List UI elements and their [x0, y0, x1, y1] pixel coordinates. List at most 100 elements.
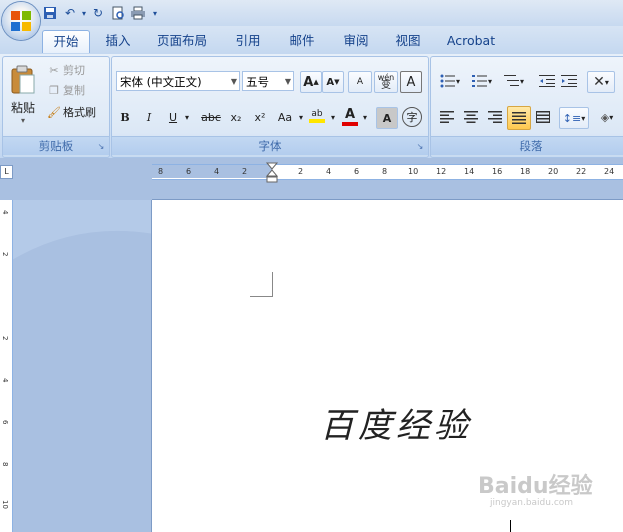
- font-name-value: 宋体 (中文正文): [120, 75, 202, 89]
- ruler-number: 10: [1, 500, 9, 509]
- tab-insert[interactable]: 插入: [96, 30, 140, 52]
- change-case-button[interactable]: Aa: [274, 107, 296, 127]
- ruler-number: 4: [1, 378, 9, 383]
- tab-mailings[interactable]: 邮件: [280, 30, 324, 52]
- clipboard-group-label: 剪贴板: [3, 136, 109, 155]
- chinese-layout-button[interactable]: ✕ ▾: [587, 71, 615, 93]
- watermark-logo: Baidu经验: [478, 474, 593, 499]
- vertical-ruler-numbers: 4 2 2 4 6 8 10: [0, 200, 12, 532]
- italic-button[interactable]: I: [140, 107, 158, 127]
- clipboard-dialog-launcher-icon[interactable]: ↘: [96, 142, 106, 152]
- ruler-number: 6: [354, 167, 360, 176]
- numbering-button[interactable]: ▾: [469, 71, 495, 91]
- paste-label: 粘贴: [10, 101, 35, 115]
- align-right-button[interactable]: [485, 107, 505, 127]
- horizontal-ruler-numbers: 8 6 4 2 2 4 6 8 10 12 14 16 18 20 22 24: [152, 165, 623, 178]
- tab-acrobat[interactable]: Acrobat: [440, 30, 502, 52]
- undo-dropdown-icon[interactable]: ▾: [80, 3, 88, 23]
- clear-formatting-button[interactable]: A: [348, 71, 372, 93]
- format-painter-button[interactable]: 🖌 格式刷: [45, 103, 107, 121]
- phonetic-guide-button[interactable]: wén 变: [374, 71, 398, 93]
- font-name-select[interactable]: 宋体 (中文正文) ▼: [116, 71, 240, 91]
- distributed-button[interactable]: [533, 107, 553, 127]
- paste-button[interactable]: 粘贴 ▾: [5, 59, 41, 131]
- tab-home[interactable]: 开始: [42, 30, 90, 53]
- save-icon[interactable]: [40, 3, 60, 23]
- underline-dropdown-icon[interactable]: ▾: [182, 107, 192, 127]
- font-color-icon: A: [344, 106, 356, 122]
- underline-button[interactable]: U: [164, 107, 182, 127]
- chevron-down-icon: ▼: [230, 77, 237, 86]
- ruler-number: 8: [1, 462, 9, 467]
- ruler-number: 6: [186, 167, 192, 176]
- decrease-indent-button[interactable]: [537, 71, 557, 91]
- office-button[interactable]: [2, 2, 40, 40]
- tab-references[interactable]: 引用: [226, 30, 270, 52]
- superscript-button[interactable]: x²: [250, 107, 270, 127]
- multilevel-list-button[interactable]: ▾: [501, 71, 527, 91]
- font-size-select[interactable]: 五号 ▼: [242, 71, 294, 91]
- distributed-icon: [536, 111, 550, 123]
- ruler-number: 22: [576, 167, 587, 176]
- copy-button[interactable]: ❐ 复制: [45, 81, 105, 99]
- document-text[interactable]: 百度经验: [320, 398, 472, 447]
- increase-indent-button[interactable]: [559, 71, 579, 91]
- character-shading-button[interactable]: A: [376, 107, 398, 129]
- bold-button[interactable]: B: [116, 107, 134, 127]
- tab-selector-button[interactable]: L: [0, 165, 13, 179]
- ruler-number: 12: [436, 167, 447, 176]
- paragraph-group: ▾ ▾ ▾ ✕ ▾ ↕≡ ▾ ◈ ▾ 段落: [430, 56, 623, 158]
- ruler-number: 18: [520, 167, 531, 176]
- align-center-button[interactable]: [461, 107, 481, 127]
- subscript-button[interactable]: x₂: [226, 107, 246, 127]
- margin-corner-mark: [250, 272, 273, 297]
- print-icon[interactable]: [128, 3, 148, 23]
- justify-icon: [512, 112, 526, 124]
- tab-page-layout[interactable]: 页面布局: [150, 30, 214, 52]
- highlight-button[interactable]: ab: [306, 105, 328, 127]
- decrease-indent-icon: [539, 75, 555, 87]
- tab-review[interactable]: 审阅: [334, 30, 378, 52]
- shading-button[interactable]: ◈ ▾: [593, 107, 621, 127]
- font-size-value: 五号: [246, 75, 269, 89]
- align-left-button[interactable]: [437, 107, 457, 127]
- align-left-icon: [440, 111, 454, 123]
- ruler-number: 14: [464, 167, 475, 176]
- highlight-dropdown-icon[interactable]: ▾: [328, 107, 338, 127]
- office-logo-icon: [11, 11, 31, 31]
- numbering-icon: [471, 75, 487, 87]
- align-center-icon: [464, 111, 478, 123]
- paste-dropdown-icon[interactable]: ▾: [21, 116, 25, 125]
- clear-formatting-icon: A: [356, 77, 364, 87]
- print-preview-icon[interactable]: [108, 3, 128, 23]
- justify-button[interactable]: [507, 106, 531, 130]
- character-border-button[interactable]: A: [400, 71, 422, 93]
- increase-indent-icon: [561, 75, 577, 87]
- ribbon: 粘贴 ▾ ✂ 剪切 ❐ 复制 🖌 格式刷 剪贴板 ↘ 宋体 (中文正文) ▼ 五…: [0, 54, 623, 158]
- customize-toolbar-icon[interactable]: ▾: [148, 3, 162, 23]
- line-spacing-icon: ↕≡: [562, 111, 582, 125]
- tab-view[interactable]: 视图: [386, 30, 430, 52]
- shrink-font-button[interactable]: A ▼: [322, 71, 344, 93]
- font-group: 宋体 (中文正文) ▼ 五号 ▼ A ▲ A ▼ A wén 变 A B I U ▾ …: [111, 56, 429, 158]
- scissors-icon: ✂: [49, 63, 59, 77]
- redo-icon[interactable]: ↻: [88, 3, 108, 23]
- paste-icon: [11, 65, 35, 94]
- cut-button[interactable]: ✂ 剪切: [45, 61, 105, 79]
- bullets-button[interactable]: ▾: [437, 71, 463, 91]
- enclose-characters-button[interactable]: 字: [402, 107, 422, 127]
- undo-icon[interactable]: ↶: [60, 3, 80, 23]
- ruler-number: 4: [1, 210, 9, 215]
- line-spacing-button[interactable]: ↕≡ ▾: [559, 107, 589, 129]
- ruler-number: 2: [242, 167, 248, 176]
- copy-label: 复制: [63, 84, 85, 97]
- ruler-number: 2: [1, 336, 9, 341]
- highlight-icon: ab: [311, 109, 323, 119]
- font-color-button[interactable]: A: [340, 105, 360, 127]
- grow-font-button[interactable]: A ▲: [300, 71, 322, 93]
- indent-marker-icon[interactable]: [266, 162, 278, 184]
- change-case-dropdown-icon[interactable]: ▾: [296, 107, 306, 127]
- font-color-dropdown-icon[interactable]: ▾: [360, 107, 370, 127]
- strikethrough-button[interactable]: abc: [198, 107, 224, 127]
- font-dialog-launcher-icon[interactable]: ↘: [415, 142, 425, 152]
